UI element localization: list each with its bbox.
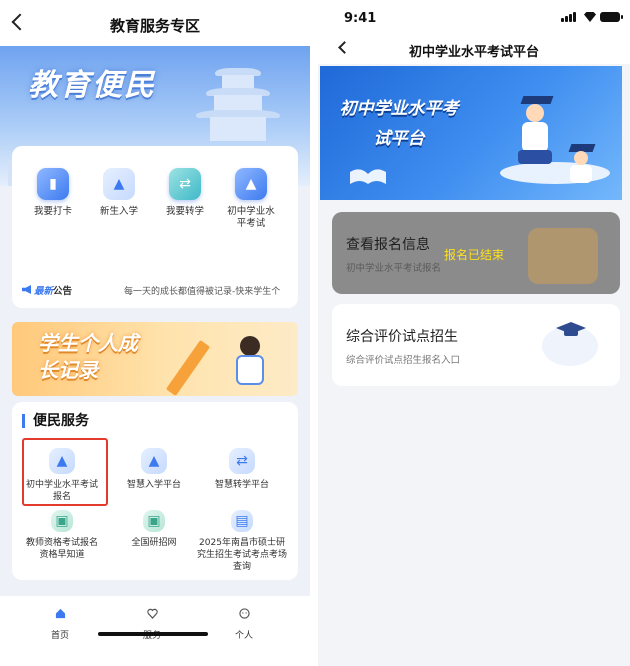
person-icon (238, 608, 250, 619)
service-graduate-admissions[interactable]: ▣ 全国研招网 (108, 510, 200, 549)
service-check-in[interactable]: ▮ 我要打卡 (18, 168, 88, 218)
card-title: 查看报名信息 (346, 237, 430, 253)
view-registration-card[interactable]: 查看报名信息 初中学业水平考试报名 报名已结束 (332, 212, 620, 294)
wifi-icon (584, 12, 596, 22)
tab-home[interactable]: 首页 (30, 604, 90, 641)
graduation-cap-icon: ▲ (141, 448, 167, 474)
graduation-cap-icon: ▲ (103, 168, 135, 200)
service-transfer[interactable]: ⇄ 我要转学 (150, 168, 220, 218)
page-title: 初中学业水平考试平台 (408, 45, 539, 60)
hero-banner-title: 教育便民 (28, 68, 156, 103)
students-illustration (516, 96, 556, 166)
second-student-illustration (566, 144, 606, 184)
transfer-icon: ⇄ (229, 448, 255, 474)
card-subtitle: 初中学业水平考试报名 (346, 263, 442, 274)
service-exam-venue-query[interactable]: ▤ 2025年南昌市硕士研究生招生考试考点考场查询 (196, 510, 288, 573)
status-bar: 9:41 (318, 0, 630, 34)
battery-icon (600, 12, 623, 22)
scale-illustration (528, 228, 598, 284)
growth-record-banner[interactable]: 学生个人成长记录 (12, 322, 298, 396)
document-icon: ▤ (231, 510, 253, 532)
service-teacher-cert[interactable]: ▣ 教师资格考试报名资格早知道 (16, 510, 108, 561)
section-title: 便民服务 (22, 414, 89, 428)
home-indicator (98, 632, 208, 636)
service-middle-school-exam[interactable]: ▲ 初中学业水平考试 (216, 168, 286, 230)
status-time: 9:41 (344, 11, 377, 26)
heart-icon (146, 608, 158, 619)
left-phone-screen: 教育服务专区 教育便民 ▮ 我要打卡 ▲ 新生入学 ⇄ 我要转学 ▲ 初中学业水… (0, 0, 310, 666)
announcement-text: 每一天的成长都值得被记录-快来学生个 (124, 287, 281, 297)
registration-ended-badge: 报名已结束 (444, 248, 505, 262)
highlight-annotation-box (22, 438, 108, 506)
growth-record-banner-title: 学生个人成长记录 (38, 331, 138, 382)
book-icon: ▮ (37, 168, 69, 200)
right-phone-screen: 9:41 初中学业水平考试平台 初中学业水平考试平台 查看报名信息 初中学业水平… (318, 0, 630, 666)
web-icon: ▣ (143, 510, 165, 532)
service-smart-enrollment[interactable]: ▲ 智慧入学平台 (108, 448, 200, 491)
exam-cap-icon: ▲ (235, 168, 267, 200)
screen-divider (310, 0, 318, 666)
transfer-icon: ⇄ (169, 168, 201, 200)
exam-platform-banner-title: 初中学业水平考试平台 (339, 99, 459, 149)
comprehensive-evaluation-card[interactable]: 综合评价试点招生 综合评价试点招生报名入口 (332, 304, 620, 386)
home-icon (55, 608, 65, 619)
service-smart-transfer[interactable]: ⇄ 智慧转学平台 (196, 448, 288, 491)
quick-services-card: ▮ 我要打卡 ▲ 新生入学 ⇄ 我要转学 ▲ 初中学业水平考试 最新公告 每一天… (12, 146, 298, 308)
announcement-label: 最新公告 (34, 286, 73, 297)
exam-platform-banner: 初中学业水平考试平台 (320, 66, 622, 200)
service-new-enrollment[interactable]: ▲ 新生入学 (84, 168, 154, 218)
speaker-icon (22, 285, 31, 294)
announcement-bar[interactable]: 最新公告 每一天的成长都值得被记录-快来学生个 (20, 280, 294, 300)
card-title: 综合评价试点招生 (346, 329, 458, 345)
tab-profile[interactable]: 个人 (214, 604, 274, 641)
graduation-cap-icon (556, 322, 586, 336)
certificate-icon: ▣ (51, 510, 73, 532)
right-header: 初中学业水平考试平台 (318, 34, 630, 64)
card-subtitle: 综合评价试点招生报名入口 (346, 355, 461, 366)
open-book-icon (350, 169, 386, 184)
bottom-tab-bar: 首页 服务 个人 (0, 596, 310, 666)
student-illustration (240, 336, 260, 356)
pencil-illustration (165, 339, 211, 396)
page-title: 教育服务专区 (109, 17, 200, 35)
left-header: 教育服务专区 (0, 0, 310, 46)
